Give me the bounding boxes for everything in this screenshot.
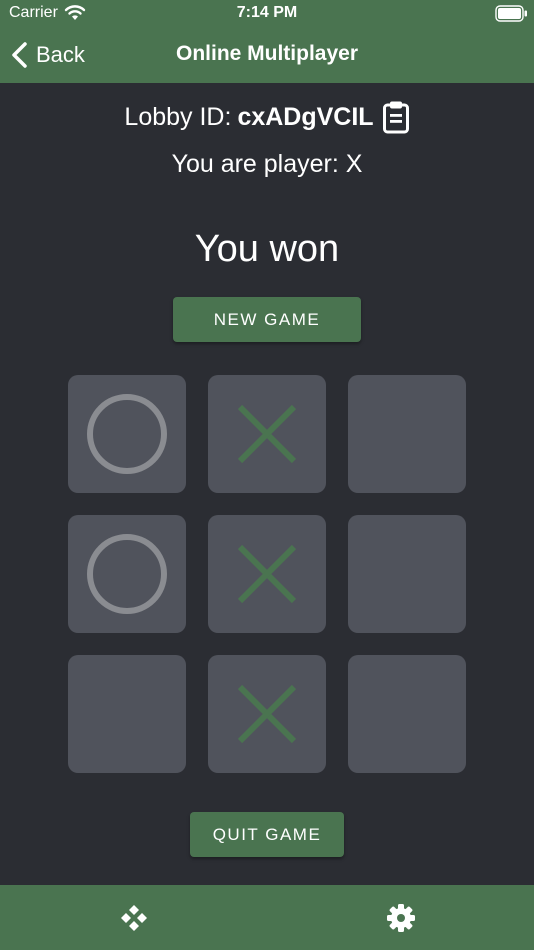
header: Carrier 7:14 PM Back Online Multiplayer: [0, 0, 534, 83]
tab-bar: [0, 885, 534, 950]
board-cell-2-0[interactable]: [68, 655, 186, 773]
battery-icon: [495, 5, 527, 22]
clipboard-icon[interactable]: [382, 100, 410, 134]
board-cell-0-2[interactable]: [348, 375, 466, 493]
o-mark-icon: [87, 534, 167, 614]
x-mark-icon: [237, 404, 297, 464]
page-title: Online Multiplayer: [175, 42, 359, 65]
gamepad-icon: [120, 904, 147, 931]
gear-icon: [386, 903, 415, 932]
status-bar: Carrier 7:14 PM: [0, 0, 534, 28]
board-cell-1-0[interactable]: [68, 515, 186, 633]
board-cell-2-2[interactable]: [348, 655, 466, 773]
lobby-id-value: cxADgVCIL: [237, 102, 374, 131]
x-mark-icon: [237, 684, 297, 744]
clock: 7:14 PM: [236, 4, 298, 21]
board-cell-2-1[interactable]: [208, 655, 326, 773]
game-result: You won: [194, 228, 340, 270]
lobby-info: Lobby ID: cxADgVCIL: [0, 100, 534, 134]
tab-settings[interactable]: [267, 885, 534, 950]
tab-game[interactable]: [0, 885, 267, 950]
quit-game-button[interactable]: QUIT GAME: [190, 812, 344, 857]
board-cell-1-1[interactable]: [208, 515, 326, 633]
nav-bar: Back Online Multiplayer: [0, 28, 534, 83]
o-mark-icon: [87, 394, 167, 474]
board-cell-0-1[interactable]: [208, 375, 326, 493]
board-cell-0-0[interactable]: [68, 375, 186, 493]
new-game-button[interactable]: NEW GAME: [173, 297, 361, 342]
player-indicator: You are player: X: [171, 150, 363, 178]
board-cell-1-2[interactable]: [348, 515, 466, 633]
x-mark-icon: [237, 544, 297, 604]
lobby-id-label: Lobby ID:: [124, 102, 232, 131]
